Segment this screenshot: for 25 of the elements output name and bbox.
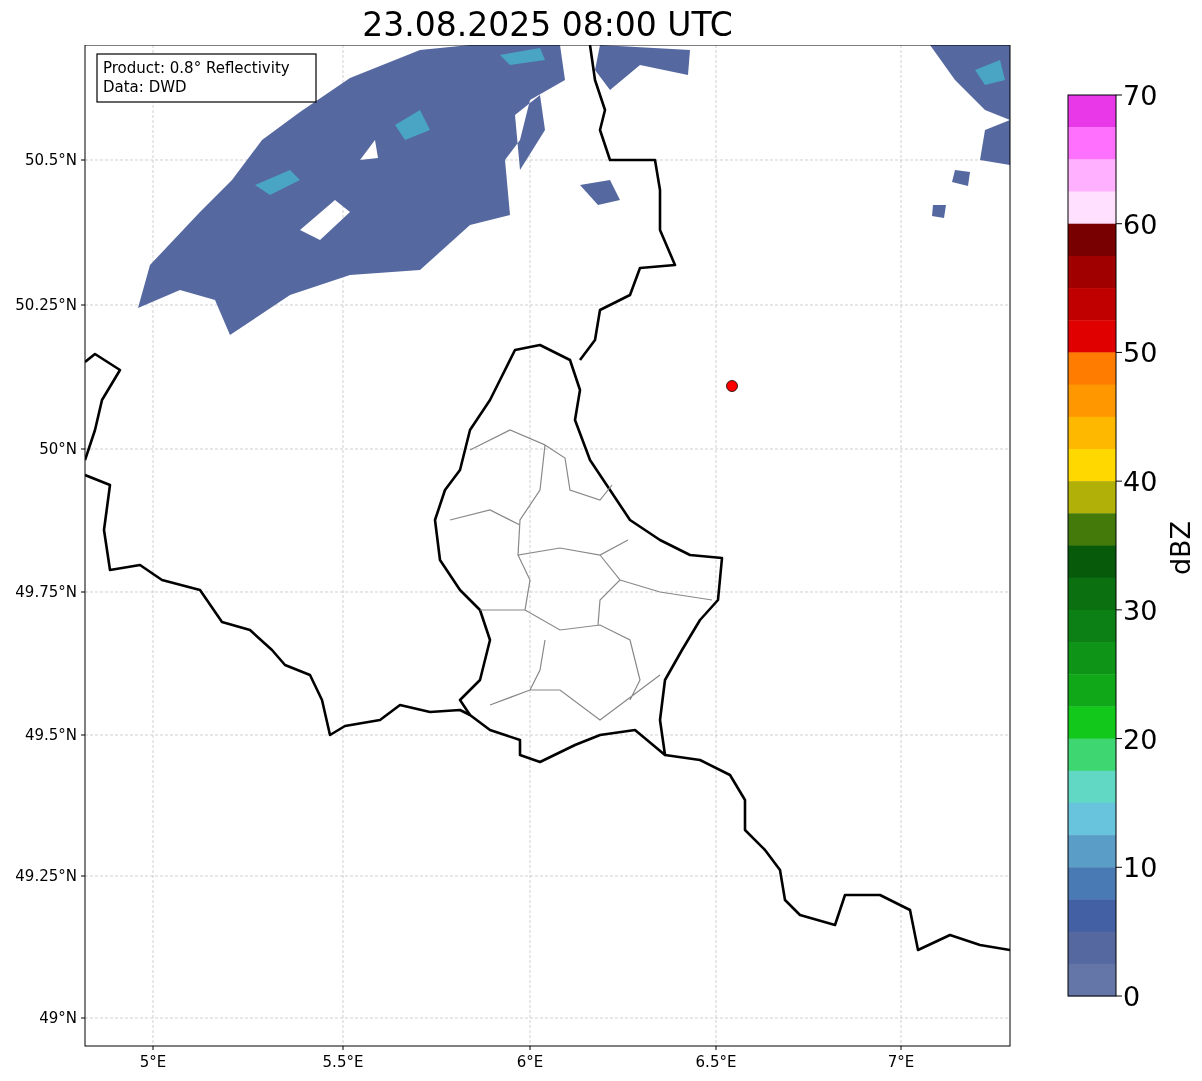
latitude-label: 50.25°N [15, 296, 77, 314]
colorbar-tick-label: 0 [1123, 981, 1141, 1012]
longitude-label: 5°E [139, 1053, 167, 1071]
colorbar-tick-label: 70 [1123, 80, 1158, 111]
colorbar-tick-label: 30 [1123, 594, 1158, 626]
latitude-label: 50.5°N [24, 151, 77, 169]
latitude-label: 49.5°N [24, 726, 77, 744]
colorbar-label: dBZ [1165, 520, 1196, 576]
longitude-label: 5.5°E [322, 1053, 364, 1071]
longitude-label: 6.5°E [695, 1053, 737, 1071]
latitude-label: 49.75°N [15, 583, 77, 601]
longitude-label: 6°E [516, 1053, 544, 1071]
latitude-label: 50°N [39, 440, 77, 458]
location-marker [726, 380, 738, 392]
colorbar-tick-label: 10 [1123, 852, 1158, 884]
colorbar-tick-label: 60 [1123, 208, 1158, 240]
info-text: Product: 0.8° Reflectivity [103, 59, 290, 77]
info-text: Data: DWD [103, 78, 187, 96]
longitude-label: 7°E [887, 1053, 915, 1071]
latitude-label: 49°N [39, 1009, 77, 1027]
colorbar-tick-label: 40 [1123, 466, 1158, 498]
map-title: 23.08.2025 08:00 UTC [361, 4, 734, 45]
colorbar-tick-label: 50 [1123, 337, 1158, 369]
colorbar-tick-label: 20 [1123, 723, 1158, 755]
latitude-label: 49.25°N [15, 867, 77, 885]
